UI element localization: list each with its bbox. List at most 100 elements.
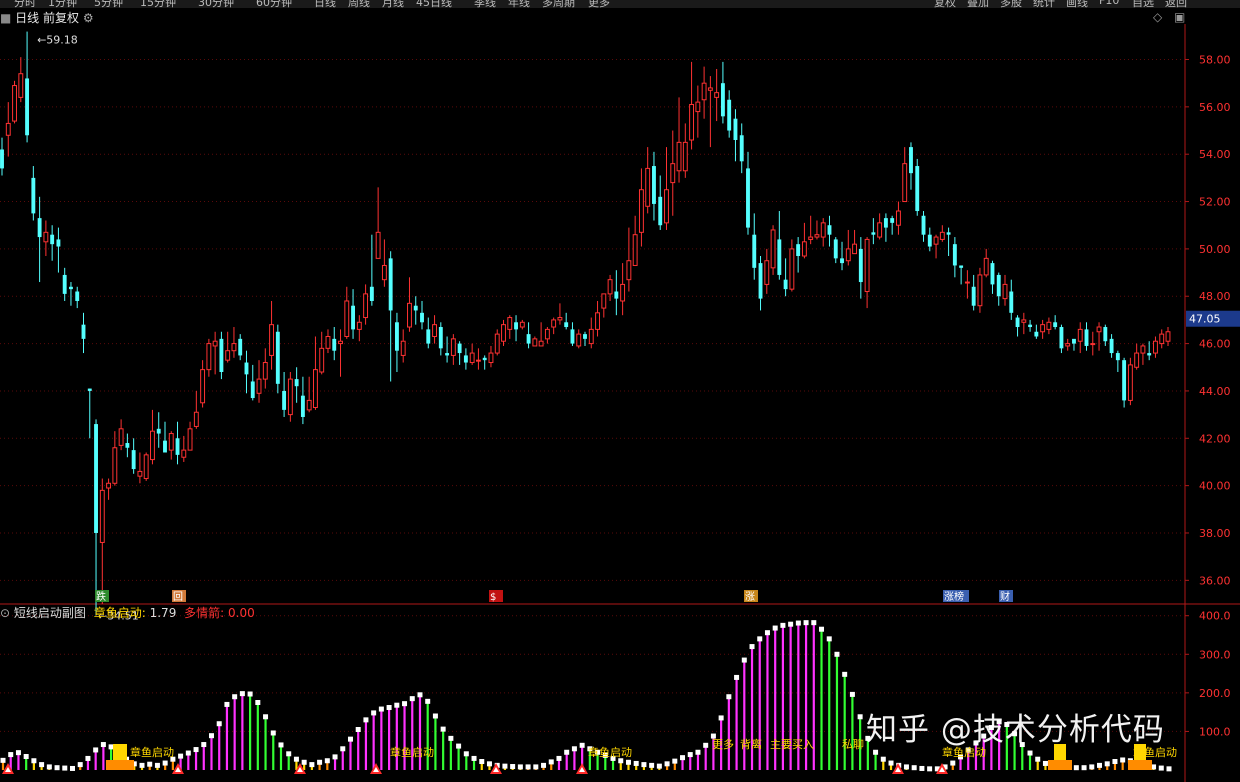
indicator-dot-38 bbox=[293, 756, 299, 762]
candle-body-83 bbox=[519, 321, 525, 328]
indicator-dot-19 bbox=[147, 761, 153, 767]
indicator-dot-114 bbox=[880, 756, 886, 762]
candle-body-29 bbox=[181, 449, 187, 458]
candle-body-64 bbox=[400, 340, 406, 356]
candle-body-144 bbox=[902, 163, 908, 203]
candle-body-81 bbox=[507, 317, 513, 330]
indicator-dot-18 bbox=[139, 762, 145, 768]
candle-body-180 bbox=[1127, 364, 1133, 401]
candle-body-183 bbox=[1147, 353, 1152, 356]
indicator-dot-99 bbox=[764, 630, 770, 636]
candle-body-85 bbox=[532, 338, 538, 347]
candle-body-35 bbox=[219, 338, 224, 372]
indicator-dot-73 bbox=[564, 749, 570, 755]
indicator-dot-103 bbox=[795, 620, 801, 626]
indicator-dot-120 bbox=[927, 766, 933, 772]
candle-body-0 bbox=[0, 149, 4, 169]
candle-body-108 bbox=[676, 141, 682, 172]
indicator-dot-21 bbox=[162, 760, 168, 766]
candle-body-42 bbox=[262, 362, 268, 380]
y-tick-label-8: 52.00 bbox=[1199, 196, 1231, 209]
indicator-dot-102 bbox=[788, 621, 794, 627]
candle-body-153 bbox=[959, 265, 964, 268]
candle-body-171 bbox=[1072, 338, 1076, 344]
indicator-dot-83 bbox=[641, 762, 647, 768]
candle-body-103 bbox=[645, 167, 651, 207]
sub-y-tick-label-1: 200.0 bbox=[1199, 687, 1231, 700]
event-marker-3: 涨 bbox=[745, 591, 755, 603]
candle-body-38 bbox=[238, 338, 243, 356]
candle-body-158 bbox=[990, 263, 995, 285]
candle-body-147 bbox=[921, 215, 926, 235]
candle-body-154 bbox=[964, 281, 970, 284]
indicator-dot-32 bbox=[247, 691, 253, 697]
y-tick-label-5: 46.00 bbox=[1199, 338, 1231, 351]
candle-body-82 bbox=[514, 322, 518, 330]
y-tick-label-4: 44.00 bbox=[1199, 385, 1231, 398]
indicator-dot-68 bbox=[525, 764, 531, 770]
y-tick-label-9: 54.00 bbox=[1199, 148, 1231, 161]
candle-body-162 bbox=[1015, 317, 1020, 328]
candle-body-97 bbox=[607, 279, 613, 295]
indicator-dot-37 bbox=[286, 751, 292, 757]
candle-body-98 bbox=[614, 291, 619, 299]
candle-body-73 bbox=[457, 343, 462, 354]
indicator-dot-106 bbox=[819, 626, 825, 632]
indicator-dot-91 bbox=[703, 742, 709, 748]
indicator-label-6: 主要买入 bbox=[770, 738, 814, 751]
candle-body-99 bbox=[620, 283, 626, 302]
candle-body-174 bbox=[1090, 343, 1096, 346]
candle-body-51 bbox=[319, 347, 325, 373]
candle-body-152 bbox=[952, 244, 957, 266]
collapse-icon[interactable]: ⊙ bbox=[0, 606, 10, 620]
indicator-dot-71 bbox=[548, 759, 554, 765]
candle-body-172 bbox=[1077, 328, 1083, 342]
candle-body-70 bbox=[438, 327, 443, 349]
candle-body-14 bbox=[87, 388, 92, 391]
candle-body-178 bbox=[1115, 353, 1120, 361]
indicator-dot-61 bbox=[471, 755, 477, 761]
indicator-dot-11 bbox=[85, 755, 91, 761]
candle-body-49 bbox=[306, 399, 312, 411]
candle-body-7 bbox=[43, 231, 49, 243]
candle-body-78 bbox=[488, 352, 494, 364]
indicator-dot-26 bbox=[201, 742, 207, 748]
candle-body-11 bbox=[69, 286, 73, 290]
indicator-dot-84 bbox=[649, 762, 655, 768]
indicator-dot-13 bbox=[100, 742, 106, 748]
candle-body-145 bbox=[909, 147, 913, 174]
indicator-dot-90 bbox=[695, 749, 701, 755]
candle-body-137 bbox=[858, 248, 863, 283]
candle-body-89 bbox=[557, 317, 563, 321]
candle-body-17 bbox=[106, 482, 112, 489]
y-tick-label-1: 38.00 bbox=[1199, 527, 1231, 540]
candle-body-13 bbox=[81, 324, 86, 339]
indicator-dot-139 bbox=[1073, 765, 1079, 771]
candle-body-6 bbox=[37, 218, 42, 238]
candle-body-92 bbox=[576, 333, 582, 347]
candle-body-37 bbox=[231, 343, 237, 352]
indicator-dot-6 bbox=[46, 764, 52, 770]
candle-body-142 bbox=[890, 218, 895, 223]
indicator-dot-52 bbox=[402, 701, 408, 707]
indicator-dot-105 bbox=[811, 620, 817, 626]
last-price-label: 47.05 bbox=[1189, 313, 1221, 326]
sub-y-tick-label-3: 400.0 bbox=[1199, 610, 1231, 623]
candle-body-117 bbox=[733, 118, 738, 140]
candle-body-169 bbox=[1059, 327, 1064, 349]
candle-body-176 bbox=[1103, 327, 1108, 342]
candle-body-12 bbox=[75, 291, 80, 301]
indicator-dot-104 bbox=[803, 620, 809, 626]
candle-body-173 bbox=[1084, 329, 1089, 346]
candle-body-116 bbox=[727, 99, 732, 131]
candle-body-121 bbox=[758, 263, 763, 299]
high-annotation: ←59.18 bbox=[37, 34, 78, 47]
indicator-dot-40 bbox=[309, 762, 315, 768]
candle-body-23 bbox=[143, 454, 149, 480]
candle-body-165 bbox=[1034, 331, 1039, 337]
watermark-text: 知乎 @技术分析代码 bbox=[866, 712, 1165, 748]
candle-body-149 bbox=[933, 236, 939, 245]
candle-body-185 bbox=[1159, 333, 1165, 345]
indicator-dot-62 bbox=[479, 759, 485, 765]
y-tick-label-0: 36.00 bbox=[1199, 574, 1231, 587]
